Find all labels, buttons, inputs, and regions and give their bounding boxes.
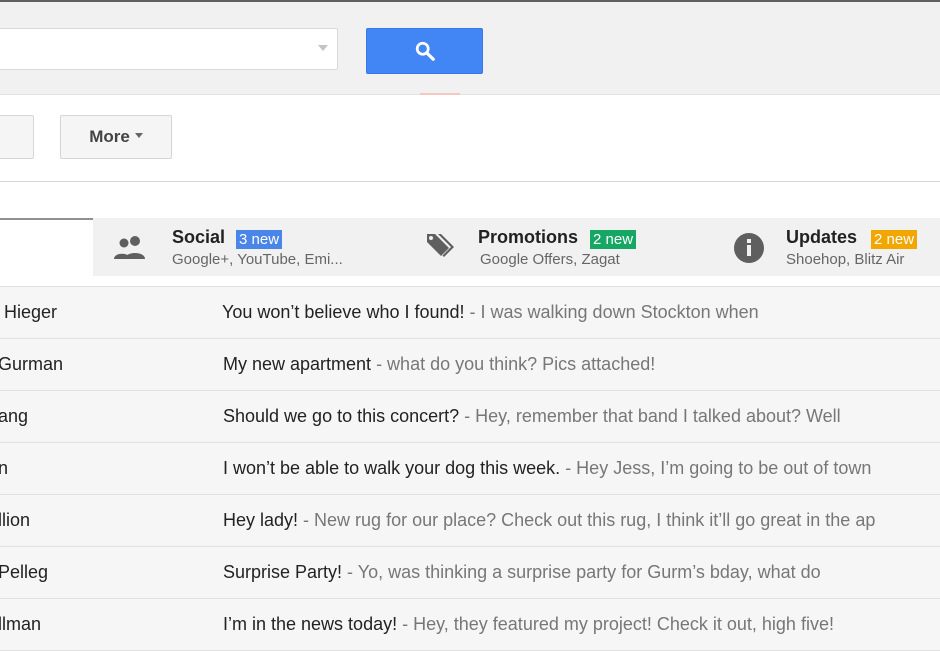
email-preview: Should we go to this concert? - Hey, rem… [223, 406, 841, 427]
tab-updates-subtitle: Shoehop, Blitz Air [786, 251, 905, 268]
email-snippet: - Hey Jess, I’m going to be out of town [560, 458, 872, 478]
email-snippet: - I was walking down Stockton when [464, 302, 759, 322]
email-preview: I won’t be able to walk your dog this we… [223, 458, 871, 479]
email-list: Hieger You won’t believe who I found! - … [0, 287, 940, 651]
email-subject: I’m in the news today! [223, 614, 398, 634]
tab-social-badge: 3 new [236, 230, 283, 249]
search-button[interactable] [366, 28, 483, 74]
email-sender: Gurman [0, 354, 64, 374]
tab-primary[interactable] [0, 218, 93, 276]
email-row[interactable]: llman I’m in the news today! - Hey, they… [0, 599, 940, 651]
email-snippet: - Hey, they featured my project! Check i… [397, 614, 834, 634]
tab-social-subtitle: Google+, YouTube, Emi... [172, 251, 343, 268]
tab-promotions[interactable]: Promotions 2 new Google Offers, Zagat [399, 218, 707, 276]
email-preview: Hey lady! - New rug for our place? Check… [223, 510, 875, 531]
tab-promotions-title: Promotions [478, 227, 579, 247]
email-row[interactable]: llion Hey lady! - New rug for our place?… [0, 495, 940, 547]
email-sender: Hieger [4, 302, 58, 322]
email-row[interactable]: n I won’t be able to walk your dog this … [0, 443, 940, 495]
email-subject: Surprise Party! [223, 562, 343, 582]
email-preview: You won’t believe who I found! - I was w… [222, 302, 759, 323]
tag-icon [427, 234, 454, 257]
people-icon [114, 236, 145, 259]
search-icon [415, 41, 435, 61]
chevron-down-icon [134, 132, 143, 138]
email-snippet: - Hey, remember that band I talked about… [459, 406, 841, 426]
toolbar: More [0, 95, 940, 182]
email-sender: n [0, 458, 8, 479]
tab-social-title: Social [172, 227, 226, 247]
info-icon [734, 233, 764, 263]
email-snippet: - what do you think? Pics attached! [371, 354, 656, 374]
search-input[interactable] [0, 28, 338, 70]
tab-promotions-subtitle: Google Offers, Zagat [480, 251, 620, 268]
tab-updates-title: Updates [786, 227, 858, 247]
select-button[interactable] [0, 115, 34, 159]
tab-updates[interactable]: Updates 2 new Shoehop, Blitz Air [707, 218, 940, 276]
tab-promotions-badge: 2 new [590, 230, 637, 249]
email-subject: I won’t be able to walk your dog this we… [223, 458, 561, 478]
email-preview: My new apartment - what do you think? Pi… [223, 354, 655, 375]
email-subject: My new apartment [223, 354, 372, 374]
email-sender: ang [0, 406, 29, 426]
email-sender: Pelleg [0, 562, 49, 582]
more-label: More [89, 127, 130, 146]
tab-social[interactable]: Social 3 new Google+, YouTube, Emi... [93, 218, 399, 276]
email-preview: Surprise Party! - Yo, was thinking a sur… [223, 562, 821, 583]
tab-updates-badge: 2 new [871, 230, 918, 249]
email-subject: Hey lady! [223, 510, 299, 530]
email-row[interactable]: Hieger You won’t believe who I found! - … [0, 287, 940, 339]
email-row[interactable]: Pelleg Surprise Party! - Yo, was thinkin… [0, 547, 940, 599]
email-snippet: - Yo, was thinking a surprise party for … [342, 562, 821, 582]
email-subject: You won’t believe who I found! [222, 302, 465, 322]
email-sender: llion [0, 510, 31, 530]
email-row[interactable]: Gurman My new apartment - what do you th… [0, 339, 940, 391]
header-bar [0, 2, 940, 95]
email-row[interactable]: ang Should we go to this concert? - Hey,… [0, 391, 940, 443]
email-subject: Should we go to this concert? [223, 406, 460, 426]
caret-down-icon[interactable] [318, 45, 328, 51]
email-snippet: - New rug for our place? Check out this … [298, 510, 876, 530]
more-button[interactable]: More [60, 115, 172, 159]
tabs-divider [0, 276, 940, 287]
inbox-tabs: Social 3 new Google+, YouTube, Emi... Pr… [0, 218, 940, 276]
